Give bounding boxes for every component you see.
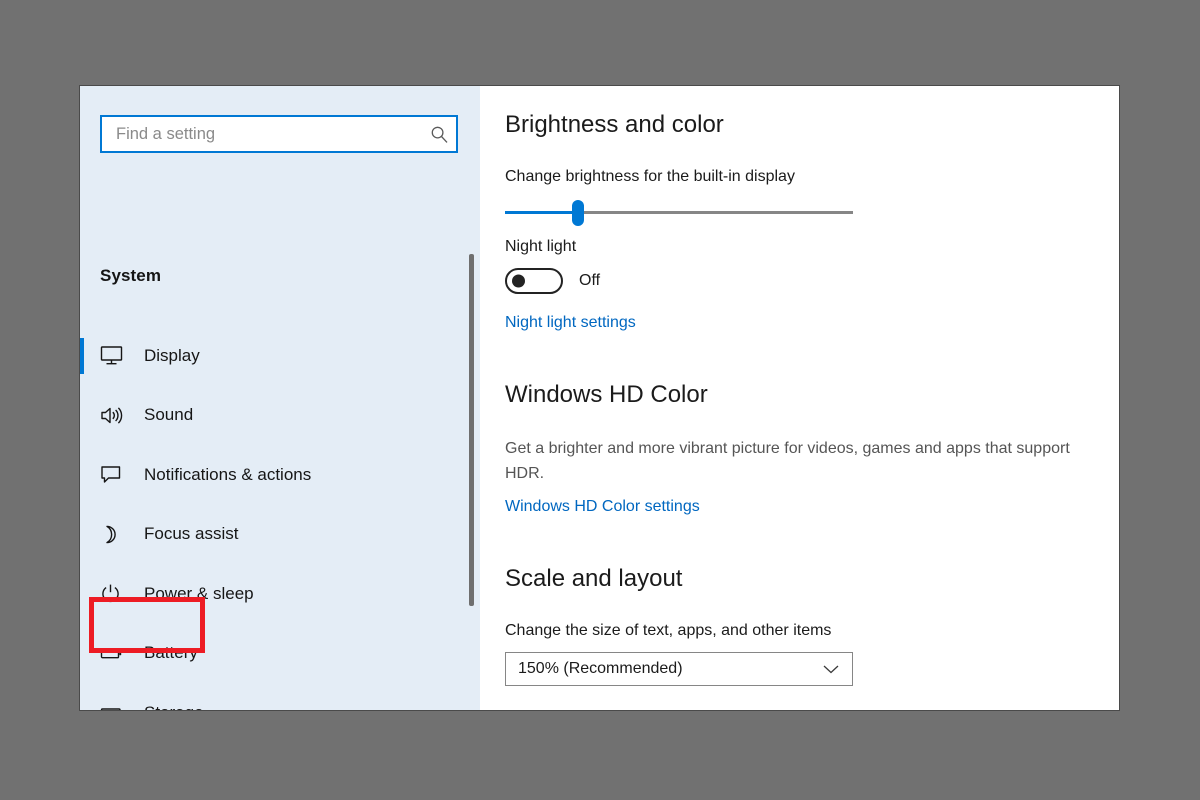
slider-fill bbox=[505, 211, 579, 214]
sidebar-item-label: Storage bbox=[144, 703, 204, 710]
sidebar-nav-list: Display Sound Notifications & actions Fo… bbox=[80, 326, 480, 710]
brightness-slider[interactable] bbox=[505, 200, 853, 226]
moon-icon bbox=[100, 519, 134, 549]
section-title-windows-hd-color: Windows HD Color bbox=[505, 381, 708, 408]
speaker-icon bbox=[100, 400, 134, 430]
scale-label: Change the size of text, apps, and other… bbox=[505, 622, 832, 639]
section-title-scale-and-layout: Scale and layout bbox=[505, 565, 683, 592]
toggle-knob bbox=[512, 274, 525, 288]
sidebar-item-focus-assist[interactable]: Focus assist bbox=[80, 505, 480, 565]
sidebar-item-power-sleep[interactable]: Power & sleep bbox=[80, 564, 480, 624]
brightness-slider-label: Change brightness for the built-in displ… bbox=[505, 168, 795, 185]
sidebar-item-display[interactable]: Display bbox=[80, 326, 480, 386]
sidebar-item-battery[interactable]: Battery bbox=[80, 596, 480, 684]
windows-hd-color-settings-link[interactable]: Windows HD Color settings bbox=[505, 496, 700, 518]
search-input[interactable] bbox=[102, 117, 422, 151]
sidebar-item-sound[interactable]: Sound bbox=[80, 386, 480, 446]
scale-dropdown[interactable]: 150% (Recommended) bbox=[505, 652, 853, 686]
section-title-brightness-and-color: Brightness and color bbox=[505, 111, 724, 138]
sidebar-item-label: Display bbox=[144, 345, 200, 365]
search-box[interactable] bbox=[100, 115, 458, 153]
sidebar-item-notifications[interactable]: Notifications & actions bbox=[80, 445, 480, 505]
sidebar-item-label: Focus assist bbox=[144, 524, 239, 544]
night-light-label: Night light bbox=[505, 238, 577, 255]
night-light-state: Off bbox=[579, 272, 601, 289]
sidebar-item-label: Notifications & actions bbox=[144, 464, 312, 484]
hd-color-description: Get a brighter and more vibrant picture … bbox=[505, 440, 1070, 482]
power-icon bbox=[100, 579, 134, 609]
page-title: Display bbox=[505, 86, 1105, 88]
main-content: Display Brightness and color Change brig… bbox=[505, 86, 1105, 686]
search-icon[interactable] bbox=[422, 117, 456, 151]
scale-dropdown-value: 150% (Recommended) bbox=[518, 660, 683, 677]
sidebar-group-header: System bbox=[100, 266, 162, 285]
screen-root: System Display bbox=[0, 0, 1200, 800]
storage-drive-icon bbox=[100, 698, 134, 710]
night-light-settings-link[interactable]: Night light settings bbox=[505, 312, 636, 334]
monitor-icon bbox=[100, 341, 134, 371]
night-light-toggle[interactable] bbox=[505, 268, 563, 294]
settings-main-panel: Display Brightness and color Change brig… bbox=[480, 86, 1119, 710]
chevron-down-icon[interactable] bbox=[822, 663, 840, 675]
slider-thumb[interactable] bbox=[572, 200, 585, 226]
settings-sidebar: System Display bbox=[80, 86, 480, 710]
settings-window: System Display bbox=[80, 86, 1119, 710]
chat-bubble-icon bbox=[100, 460, 134, 490]
sidebar-item-label: Sound bbox=[144, 405, 194, 425]
sidebar-item-label: Power & sleep bbox=[144, 583, 254, 603]
sidebar-item-storage[interactable]: Storage bbox=[80, 683, 480, 710]
sidebar-item-label: Battery bbox=[144, 643, 198, 663]
night-light-toggle-row: Off bbox=[505, 268, 1105, 294]
battery-icon bbox=[100, 638, 134, 668]
selection-indicator bbox=[80, 337, 84, 374]
